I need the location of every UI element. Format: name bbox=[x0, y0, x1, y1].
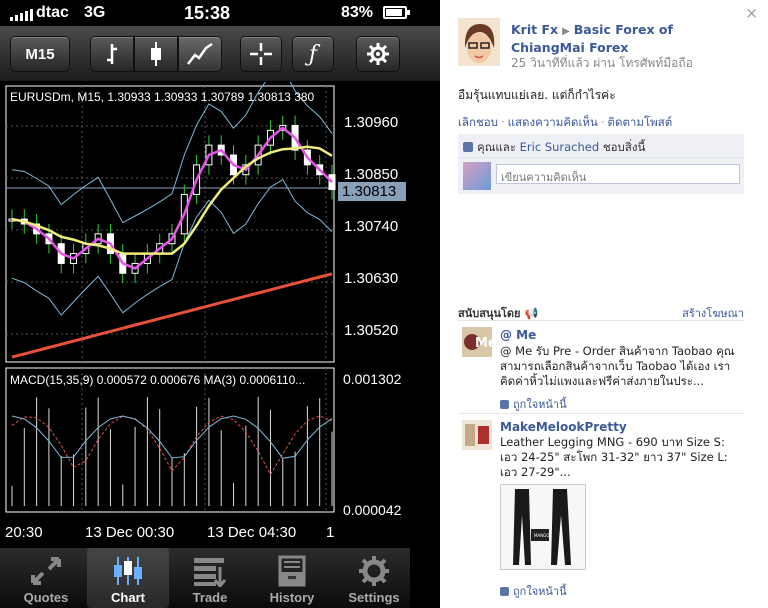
battery-percent: 83% bbox=[341, 4, 374, 21]
trade-icon bbox=[192, 554, 228, 588]
tab-chart[interactable]: Chart bbox=[87, 548, 169, 608]
current-price-label: 1.30813 bbox=[338, 182, 406, 201]
macd-header: MACD(15,35,9) 0.000572 0.000676 MA(3) 0.… bbox=[10, 373, 306, 387]
status-bar: dtac 3G 15:38 83% bbox=[0, 0, 440, 26]
thumbs-up-icon bbox=[463, 142, 473, 152]
price-label: 1.30520 bbox=[344, 322, 399, 339]
price-label: 1.30630 bbox=[344, 270, 399, 287]
clock: 15:38 bbox=[184, 3, 231, 23]
chart-canvas bbox=[5, 82, 336, 513]
indicator-icon[interactable]: ƒ bbox=[292, 36, 334, 72]
svg-text:MANGO: MANGO bbox=[534, 533, 549, 538]
time-label: 1 bbox=[326, 524, 335, 541]
history-icon bbox=[274, 554, 310, 588]
tab-trade[interactable]: Trade bbox=[169, 548, 251, 608]
macd-label: 0.000042 bbox=[343, 502, 402, 518]
price-chart[interactable]: EURUSDm, M15, 1.30933 1.30933 1.30789 1.… bbox=[0, 82, 410, 548]
author-name[interactable]: Krit Fx bbox=[511, 22, 558, 37]
ad-like-link[interactable]: ถูกใจหน้านี้ bbox=[500, 395, 567, 413]
candle-body bbox=[328, 174, 336, 191]
thumbs-up-icon bbox=[500, 400, 509, 409]
follow-post-link[interactable]: ติดตามโพสต์ bbox=[608, 115, 673, 129]
quotes-icon bbox=[29, 554, 63, 588]
signal-icon bbox=[10, 8, 33, 21]
comment-link[interactable]: แสดงความคิดเห็น bbox=[508, 115, 598, 129]
comment-box: เขียนความคิดเห็น bbox=[458, 158, 744, 194]
crosshair-icon[interactable] bbox=[240, 36, 282, 72]
megaphone-icon: 📢 bbox=[524, 307, 539, 320]
ad-title[interactable]: @ Me bbox=[500, 328, 536, 342]
timeframe-button[interactable]: M15 bbox=[10, 36, 70, 72]
ad-body: @ Me รับ Pre - Order สินค้าจาก Taobao คุ… bbox=[500, 344, 735, 388]
ad-title[interactable]: MakeMelookPretty bbox=[500, 420, 627, 434]
settings-gear-icon bbox=[357, 554, 391, 588]
price-label: 1.30960 bbox=[344, 114, 399, 131]
comment-input[interactable]: เขียนความคิดเห็น bbox=[496, 164, 740, 184]
macd-label: 0.001302 bbox=[343, 371, 402, 387]
author-avatar[interactable] bbox=[458, 18, 500, 66]
unlike-link[interactable]: เลิกชอบ bbox=[458, 115, 498, 129]
line-chart-icon[interactable] bbox=[178, 36, 222, 72]
time-label: 13 Dec 04:30 bbox=[207, 524, 297, 541]
settings-icon[interactable] bbox=[356, 36, 400, 72]
price-label: 1.30740 bbox=[344, 218, 399, 235]
price-label: 1.30850 bbox=[344, 166, 399, 183]
chart-toolbar: M15 ƒ bbox=[0, 26, 440, 82]
user-avatar bbox=[463, 162, 491, 190]
network-type: 3G bbox=[84, 4, 106, 21]
tab-bar: Quotes Chart Trade History Settings bbox=[0, 548, 410, 608]
ad-legging-photo[interactable]: MANGO bbox=[500, 484, 586, 570]
likes-box: คุณและ Eric Surached ชอบสิ่งนี้ bbox=[458, 134, 744, 158]
liker-name[interactable]: Eric Surached bbox=[520, 140, 600, 154]
carrier-name: dtac bbox=[36, 4, 69, 21]
tab-settings[interactable]: Settings bbox=[333, 548, 415, 608]
time-label: 20:30 bbox=[5, 524, 43, 541]
bar-chart-icon[interactable] bbox=[90, 36, 134, 72]
arrow-right-icon: ▶ bbox=[562, 26, 570, 37]
ad-me-logo[interactable]: Me bbox=[462, 327, 497, 357]
candlestick-icon[interactable] bbox=[134, 36, 178, 72]
ma-long-line bbox=[11, 272, 333, 359]
mt4-phone-screen: dtac 3G 15:38 83% M15 ƒ EURUSDm, M15, 1.… bbox=[0, 0, 440, 608]
ad-like-link[interactable]: ถูกใจหน้านี้ bbox=[500, 582, 567, 600]
ad-makemelook-logo[interactable] bbox=[462, 420, 492, 450]
post-author-line: Krit Fx ▶ Basic Forex of ChiangMai Forex bbox=[511, 22, 751, 56]
chart-header: EURUSDm, M15, 1.30933 1.30933 1.30789 1.… bbox=[10, 90, 315, 104]
tab-history[interactable]: History bbox=[251, 548, 333, 608]
close-icon[interactable]: × bbox=[745, 4, 758, 22]
post-text: อืมรุ้นแทบแย่เลย. แต่ก็กำไรค่ะ bbox=[458, 88, 616, 102]
post-actions: เลิกชอบ · แสดงความคิดเห็น · ติดตามโพสต์ bbox=[458, 115, 673, 129]
tab-quotes[interactable]: Quotes bbox=[5, 548, 87, 608]
ad-body: Leather Legging MNG - 690 บาท Size S: เอ… bbox=[500, 435, 728, 479]
thumbs-up-icon bbox=[500, 587, 509, 596]
post-meta: 25 วินาทีที่แล้ว ผ่าน โทรศัพท์มือถือ bbox=[511, 56, 693, 70]
svg-text:Me: Me bbox=[475, 336, 492, 351]
time-label: 13 Dec 00:30 bbox=[85, 524, 175, 541]
chart-icon bbox=[110, 554, 146, 588]
macd-plot-frame bbox=[5, 367, 335, 513]
facebook-panel: × Krit Fx ▶ Basic Forex of ChiangMai Forex… bbox=[440, 0, 768, 608]
battery-icon bbox=[383, 6, 407, 19]
